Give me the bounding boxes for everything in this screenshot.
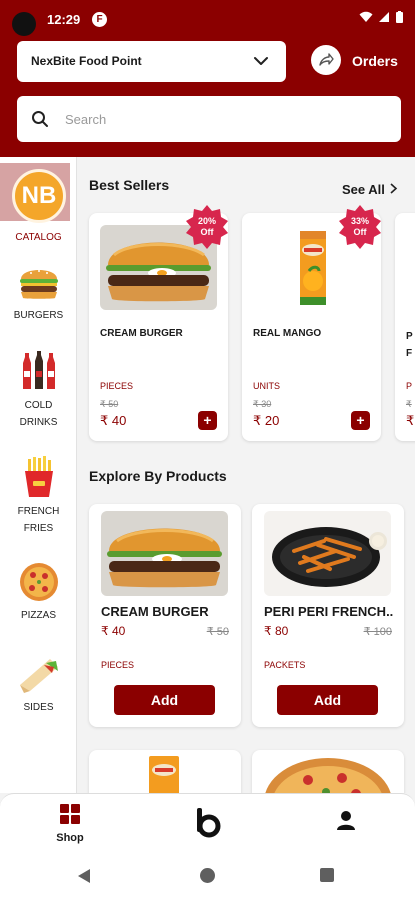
product-name: REAL MANGO	[253, 328, 322, 339]
chevron-down-icon	[254, 57, 268, 65]
product-price: ₹ 80	[264, 624, 289, 638]
product-unit: P	[406, 381, 413, 391]
product-price: ₹ 20	[253, 413, 280, 428]
add-button[interactable]: Add	[114, 685, 215, 715]
chevron-right-icon	[389, 183, 397, 194]
nav-shop[interactable]: Shop	[50, 803, 90, 844]
product-mrp: ₹ 50	[206, 626, 229, 638]
back-icon[interactable]	[77, 868, 91, 884]
user-icon	[337, 811, 355, 830]
product-name: CREAM BURGER	[101, 604, 209, 619]
nav-brand-home[interactable]	[193, 806, 223, 838]
product-mrp: ₹ 50	[100, 399, 119, 409]
burger-icon	[19, 270, 58, 299]
product-card[interactable]: CREAM BURGER ₹ 40 ₹ 50 PIECES Add	[89, 504, 241, 727]
brand-logo-icon	[197, 808, 221, 838]
pizza-icon	[19, 563, 58, 601]
peri-peri-fries-image	[264, 511, 391, 596]
see-all-link[interactable]: See All	[342, 182, 398, 197]
product-unit: UNITS	[253, 381, 280, 391]
product-card[interactable]	[89, 750, 241, 793]
search-input[interactable]	[65, 108, 385, 130]
sidebar-item-sides[interactable]: SIDES	[0, 655, 77, 716]
add-to-cart-button[interactable]: +	[198, 411, 217, 430]
search-icon	[32, 111, 48, 127]
sidebar-item-label: PIZZAS	[20, 610, 56, 621]
sidebar-item-label: BURGERS	[13, 310, 64, 321]
orders-button[interactable]: Orders	[311, 45, 411, 79]
product-image	[264, 511, 391, 596]
wrap-icon	[19, 659, 58, 693]
grid-icon	[60, 804, 80, 824]
nav-shop-label: Shop	[56, 832, 84, 844]
search-bar[interactable]	[17, 96, 401, 142]
discount-text: 20% Off	[197, 216, 216, 237]
sidebar-item-pizzas[interactable]: PIZZAS	[0, 561, 77, 624]
real-mango-image	[149, 756, 179, 793]
product-price: ₹ 40	[100, 413, 127, 428]
add-button[interactable]: Add	[277, 685, 378, 715]
camera-cutout	[12, 12, 36, 36]
sidebar-item-catalog[interactable]: NB CATALOG	[0, 163, 77, 243]
product-mrp: ₹ 30	[253, 399, 272, 409]
sidebar-item-french-fries[interactable]: FRENCH FRIES	[0, 455, 77, 537]
best-seller-card[interactable]: P F P ₹ ₹	[395, 213, 415, 441]
nav-profile[interactable]	[333, 808, 359, 834]
product-price: ₹	[406, 413, 415, 428]
app-header: 12:29 F NexBite Food Point Orders	[0, 0, 415, 157]
home-icon[interactable]	[200, 868, 215, 883]
product-name: CREAM BURGER	[100, 328, 183, 339]
nb-logo-icon: NB	[12, 169, 66, 223]
explore-by-products-title: Explore By Products	[89, 468, 227, 484]
wifi-icon	[359, 11, 373, 22]
sidebar-item-label: CATALOG	[15, 232, 62, 243]
discount-badge: 20% Off	[185, 205, 229, 249]
bottom-navigation: Shop	[0, 793, 415, 849]
orders-icon-circle	[311, 45, 341, 75]
category-sidebar: NB CATALOG BURGERS COLD DRINKS FRENCH FR…	[0, 157, 77, 793]
product-mrp: ₹ 100	[363, 626, 392, 638]
notification-app-icon: F	[92, 12, 107, 27]
product-card[interactable]: PERI PERI FRENCH... ₹ 80 ₹ 100 PACKETS A…	[252, 504, 404, 727]
pizza-image	[265, 758, 391, 793]
main-content: Best Sellers See All CREAM BURGER PIECES…	[78, 157, 415, 793]
orders-label: Orders	[352, 53, 398, 69]
sidebar-item-label: FRENCH FRIES	[17, 506, 60, 534]
product-name: P F	[406, 331, 413, 359]
cream-burger-image	[101, 511, 228, 596]
share-arrow-icon	[319, 53, 334, 66]
product-name: PERI PERI FRENCH...	[264, 604, 394, 619]
product-image	[101, 511, 228, 596]
signal-icon	[379, 12, 390, 22]
product-unit: PACKETS	[264, 660, 306, 670]
discount-text: 33% Off	[350, 216, 369, 237]
store-selector-dropdown[interactable]: NexBite Food Point	[17, 41, 286, 82]
discount-badge: 33% Off	[338, 205, 382, 249]
product-mrp: ₹	[406, 399, 412, 409]
system-navigation-bar	[0, 849, 415, 900]
add-to-cart-button[interactable]: +	[351, 411, 370, 430]
status-bar: 12:29 F	[0, 0, 415, 38]
fries-icon	[24, 456, 53, 497]
product-unit: PIECES	[100, 381, 134, 391]
product-price: ₹ 40	[101, 624, 126, 638]
sidebar-item-cold-drinks[interactable]: COLD DRINKS	[0, 349, 77, 431]
see-all-label: See All	[342, 182, 385, 197]
battery-icon	[396, 11, 403, 23]
sidebar-item-label: SIDES	[23, 702, 54, 713]
best-sellers-title: Best Sellers	[89, 177, 170, 193]
sidebar-item-burgers[interactable]: BURGERS	[0, 261, 77, 324]
status-indicators	[359, 11, 403, 26]
store-name: NexBite Food Point	[31, 54, 142, 68]
recents-icon[interactable]	[320, 868, 334, 882]
status-time: 12:29	[47, 12, 81, 27]
soda-bottles-icon	[22, 351, 55, 389]
product-card[interactable]	[252, 750, 404, 793]
sidebar-item-label: COLD DRINKS	[19, 400, 58, 428]
product-unit: PIECES	[101, 660, 135, 670]
